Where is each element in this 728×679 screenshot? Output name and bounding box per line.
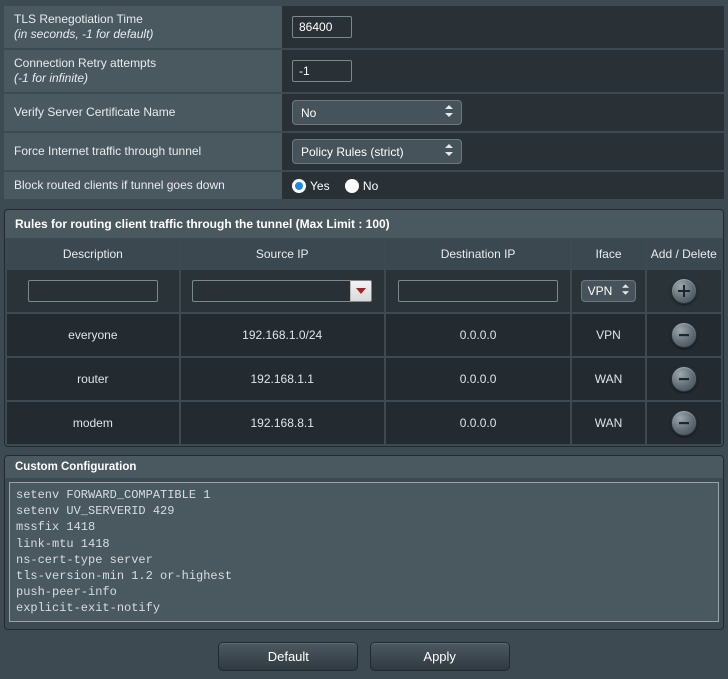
cell-iface: VPN [572,314,644,356]
radio-icon [292,179,306,193]
plus-icon [677,284,691,298]
source-dropdown-button[interactable] [350,280,372,302]
caret-down-icon [356,288,366,294]
cell-iface: WAN [572,402,644,444]
rules-panel-header: Rules for routing client traffic through… [5,210,723,238]
table-row: everyone192.168.1.0/240.0.0.0VPN [7,314,721,356]
block-routed-yes[interactable]: Yes [292,179,330,193]
col-header-iface: Iface [572,240,644,268]
chevron-updown-icon [445,105,453,120]
force-tunnel-select[interactable]: Policy Rules (strict) [292,139,462,164]
new-source-input[interactable] [192,280,350,302]
custom-config-header: Custom Configuration [5,456,723,478]
col-header-action: Add / Delete [647,240,721,268]
add-rule-button[interactable] [671,278,697,304]
cell-source: 192.168.1.1 [181,358,384,400]
cell-iface: WAN [572,358,644,400]
retry-input[interactable] [292,60,352,82]
custom-config-panel: Custom Configuration [4,455,724,630]
rules-table: Description Source IP Destination IP Ifa… [5,238,723,446]
new-iface-select[interactable]: VPN [581,280,637,302]
col-header-source: Source IP [181,240,384,268]
default-button[interactable]: Default [218,642,358,671]
rules-new-row: VPN [7,270,721,312]
cell-description: modem [7,402,179,444]
table-row: modem192.168.8.10.0.0.0WAN [7,402,721,444]
minus-icon [677,372,691,386]
minus-icon [677,328,691,342]
cell-source: 192.168.1.0/24 [181,314,384,356]
col-header-destination: Destination IP [386,240,571,268]
settings-table: TLS Renegotiation Time (in seconds, -1 f… [4,4,724,201]
cell-destination: 0.0.0.0 [386,358,571,400]
cell-description: router [7,358,179,400]
cell-destination: 0.0.0.0 [386,402,571,444]
cell-destination: 0.0.0.0 [386,314,571,356]
block-routed-label: Block routed clients if tunnel goes down [4,172,282,199]
delete-rule-button[interactable] [671,410,697,436]
tls-reneg-input[interactable] [292,16,352,38]
col-header-description: Description [7,240,179,268]
cell-description: everyone [7,314,179,356]
new-description-input[interactable] [28,280,158,302]
delete-rule-button[interactable] [671,366,697,392]
delete-rule-button[interactable] [671,322,697,348]
cell-source: 192.168.8.1 [181,402,384,444]
verify-cn-select[interactable]: No [292,100,462,125]
radio-icon [345,179,359,193]
new-destination-input[interactable] [398,280,558,302]
force-tunnel-label: Force Internet traffic through tunnel [4,133,282,170]
chevron-updown-icon [445,144,453,159]
block-routed-no[interactable]: No [345,179,378,193]
rules-panel: Rules for routing client traffic through… [4,209,724,447]
apply-button[interactable]: Apply [370,642,510,671]
chevron-updown-icon [622,284,629,298]
table-row: router192.168.1.10.0.0.0WAN [7,358,721,400]
verify-cn-label: Verify Server Certificate Name [4,94,282,131]
retry-label: Connection Retry attempts (-1 for infini… [4,50,282,92]
custom-config-textarea[interactable] [9,482,719,622]
minus-icon [677,416,691,430]
tls-reneg-label: TLS Renegotiation Time (in seconds, -1 f… [4,6,282,48]
button-row: Default Apply [4,630,724,675]
